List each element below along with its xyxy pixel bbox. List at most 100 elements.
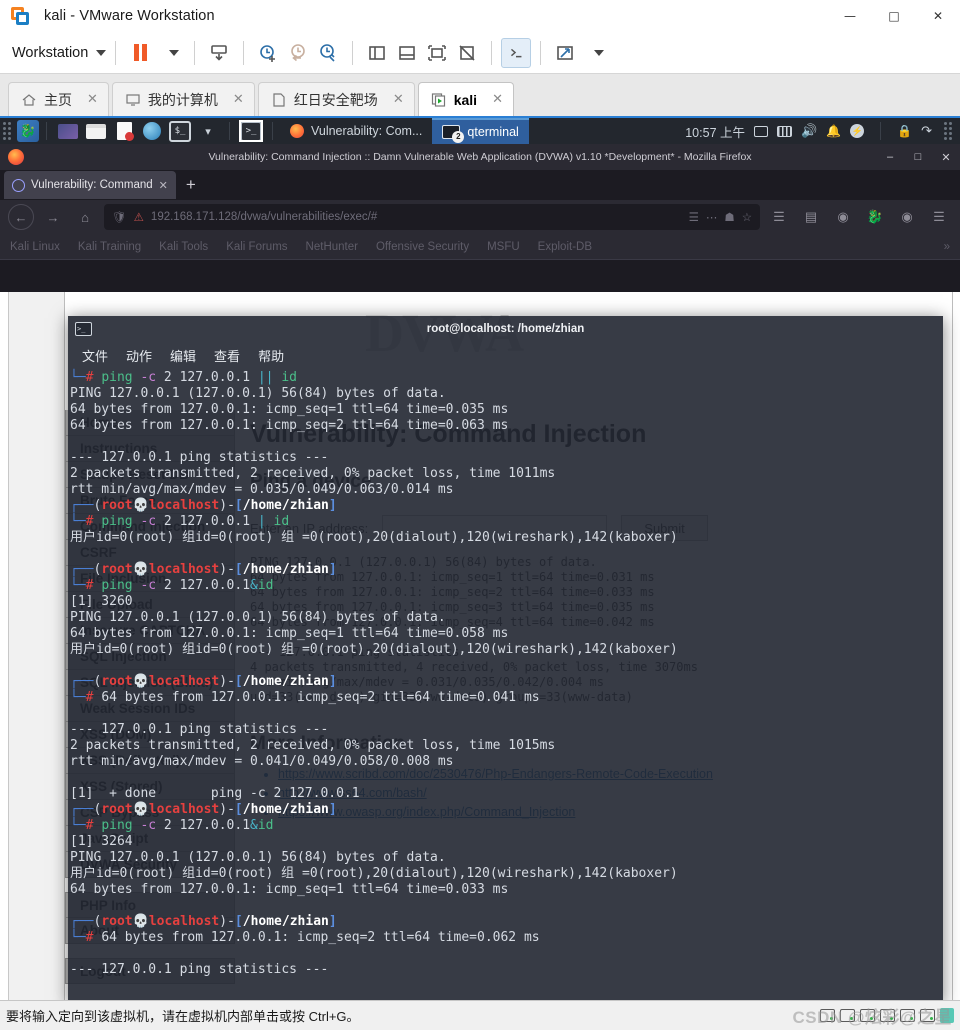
hamburger-menu-icon[interactable]: ☰ <box>926 204 952 230</box>
show-thumbnails-icon <box>399 45 416 60</box>
vmware-titlebar: kali - VMware Workstation — □ ✕ <box>0 0 960 32</box>
kali-dragon-icon[interactable]: 🐉 <box>17 120 39 142</box>
bookmark-item[interactable]: NetHunter <box>306 241 358 253</box>
close-icon[interactable]: ✕ <box>159 179 168 192</box>
console-view-button[interactable] <box>501 37 532 68</box>
take-snapshot-icon <box>260 44 276 62</box>
terminal-output[interactable]: └─# ping -c 2 127.0.0.1 || id PING 127.0.… <box>68 368 943 1000</box>
logout-icon[interactable]: ↷ <box>921 123 932 139</box>
bookmark-item[interactable]: Kali Tools <box>159 241 208 253</box>
kali-taskbar: 🐉 $_ ▾ >_ Vulnerability: Com... 2 qtermi… <box>0 118 960 144</box>
vm-tab-my-computer[interactable]: 我的计算机 ✕ <box>111 82 255 116</box>
printer-icon[interactable] <box>920 1009 935 1022</box>
firefox-tabstrip: Vulnerability: Command ✕ + <box>0 170 960 200</box>
reader-icon[interactable]: ☰ <box>689 210 699 224</box>
keyboard-icon[interactable] <box>777 125 792 137</box>
vm-tab-redsec-range[interactable]: 红日安全靶场 ✕ <box>257 82 415 116</box>
new-tab-button[interactable]: + <box>186 175 196 195</box>
pocket-icon[interactable]: ☗ <box>724 210 734 224</box>
clock[interactable]: 10:57 上午 <box>685 122 745 141</box>
menu-view[interactable]: 查看 <box>214 346 240 365</box>
account-icon[interactable]: ◉ <box>830 204 856 230</box>
hard-disk-icon[interactable] <box>820 1009 835 1022</box>
stretch-button[interactable] <box>550 38 580 68</box>
back-icon[interactable]: ← <box>8 204 34 230</box>
close-icon[interactable]: ✕ <box>393 92 404 107</box>
notification-bell-icon[interactable]: 🔔 <box>826 124 841 138</box>
fullscreen-button[interactable] <box>422 38 452 68</box>
bookmarks-overflow-icon[interactable]: » <box>944 241 950 253</box>
bookmark-item[interactable]: Kali Linux <box>10 241 60 253</box>
network-icon[interactable] <box>860 1009 875 1022</box>
power-dropdown-button[interactable] <box>155 38 185 68</box>
cdrom-icon[interactable] <box>840 1009 855 1022</box>
browser-icon[interactable] <box>141 121 163 141</box>
stretch-dropdown-button[interactable] <box>580 38 610 68</box>
panel-divider <box>46 122 47 140</box>
pause-button[interactable] <box>125 38 155 68</box>
sound-icon[interactable] <box>900 1009 915 1022</box>
close-icon[interactable]: ✕ <box>916 0 960 32</box>
lock-icon[interactable]: 🔒 <box>897 124 912 138</box>
vm-tab-kali[interactable]: kali ✕ <box>417 82 514 116</box>
library-icon[interactable]: ☰ <box>766 204 792 230</box>
unity-button[interactable] <box>452 38 482 68</box>
address-bar[interactable]: 🛡 ⚠ 192.168.171.128/dvwa/vulnerabilities… <box>104 204 760 230</box>
panel-grip-icon[interactable] <box>3 122 13 140</box>
take-snapshot-button[interactable] <box>253 38 283 68</box>
menu-actions[interactable]: 动作 <box>126 346 152 365</box>
bookmark-item[interactable]: Offensive Security <box>376 241 469 253</box>
workstation-menu-button[interactable]: Workstation <box>12 45 107 61</box>
bookmark-item[interactable]: Kali Training <box>78 241 141 253</box>
menu-help[interactable]: 帮助 <box>258 346 284 365</box>
tray-grip-icon[interactable] <box>944 122 954 140</box>
minimize-icon[interactable]: — <box>828 0 872 32</box>
taskbar-item-label: qterminal <box>467 125 519 139</box>
vmware-tabstrip: 主页 ✕ 我的计算机 ✕ 红日安全靶场 ✕ kali ✕ <box>0 74 960 116</box>
usb-icon[interactable] <box>880 1009 895 1022</box>
bookmark-star-icon[interactable]: ☆ <box>742 210 752 224</box>
vm-tab-home[interactable]: 主页 ✕ <box>8 82 109 116</box>
shield-icon[interactable]: 🛡 <box>112 210 127 224</box>
sidebar-icon[interactable]: ▤ <box>798 204 824 230</box>
display-icon[interactable] <box>754 125 768 137</box>
menu-file[interactable]: 文件 <box>82 346 108 365</box>
maximize-icon[interactable]: □ <box>872 0 916 32</box>
vm-tab-label: 主页 <box>44 91 72 108</box>
chevron-down-icon[interactable]: ▾ <box>197 121 219 141</box>
browser-tab[interactable]: Vulnerability: Command ✕ <box>4 171 176 199</box>
vm-settings-icon[interactable] <box>940 1008 954 1023</box>
close-icon[interactable]: ✕ <box>233 92 244 107</box>
container-icon[interactable]: ◉ <box>894 204 920 230</box>
power-icon[interactable]: ⚡ <box>850 124 865 138</box>
taskbar-item-firefox[interactable]: Vulnerability: Com... <box>280 118 432 144</box>
snapshot-manager-button[interactable] <box>313 38 343 68</box>
bookmark-item[interactable]: Exploit-DB <box>538 241 592 253</box>
terminal-output-line: PING 127.0.0.1 (127.0.0.1) 56(84) bytes … <box>70 386 446 401</box>
qterminal-window[interactable]: >_ root@localhost: /home/zhian 文件 动作 编辑 … <box>68 316 943 1000</box>
text-editor-icon[interactable] <box>113 121 135 141</box>
volume-icon[interactable]: 🔊 <box>801 123 817 139</box>
terminal-dropdown-icon[interactable]: $_ <box>169 120 191 142</box>
qterminal-icon[interactable]: >_ <box>239 120 263 142</box>
bookmark-item[interactable]: Kali Forums <box>226 241 287 253</box>
home-icon[interactable]: ⌂ <box>72 204 98 230</box>
revert-snapshot-button[interactable] <box>283 38 313 68</box>
kali-tools-icon[interactable]: 🐉 <box>862 204 888 230</box>
extensions-icon[interactable]: ⋯ <box>706 210 718 224</box>
close-icon[interactable]: ✕ <box>87 92 98 107</box>
terminal-prompt: ┌──(root💀localhost)-[/home/zhian] <box>70 914 337 929</box>
bookmark-item[interactable]: MSFU <box>487 241 520 253</box>
show-library-button[interactable] <box>362 38 392 68</box>
show-thumbnails-button[interactable] <box>392 38 422 68</box>
menu-edit[interactable]: 编辑 <box>170 346 196 365</box>
files-launcher-icon[interactable] <box>85 121 107 141</box>
no-https-icon[interactable]: ⚠ <box>134 210 144 224</box>
close-icon[interactable]: ✕ <box>492 92 503 107</box>
taskbar-item-qterminal[interactable]: 2 qterminal <box>432 118 529 144</box>
terminal-launcher-icon[interactable] <box>57 121 79 141</box>
snapshot-button[interactable] <box>204 38 234 68</box>
forward-icon[interactable]: → <box>40 204 66 230</box>
